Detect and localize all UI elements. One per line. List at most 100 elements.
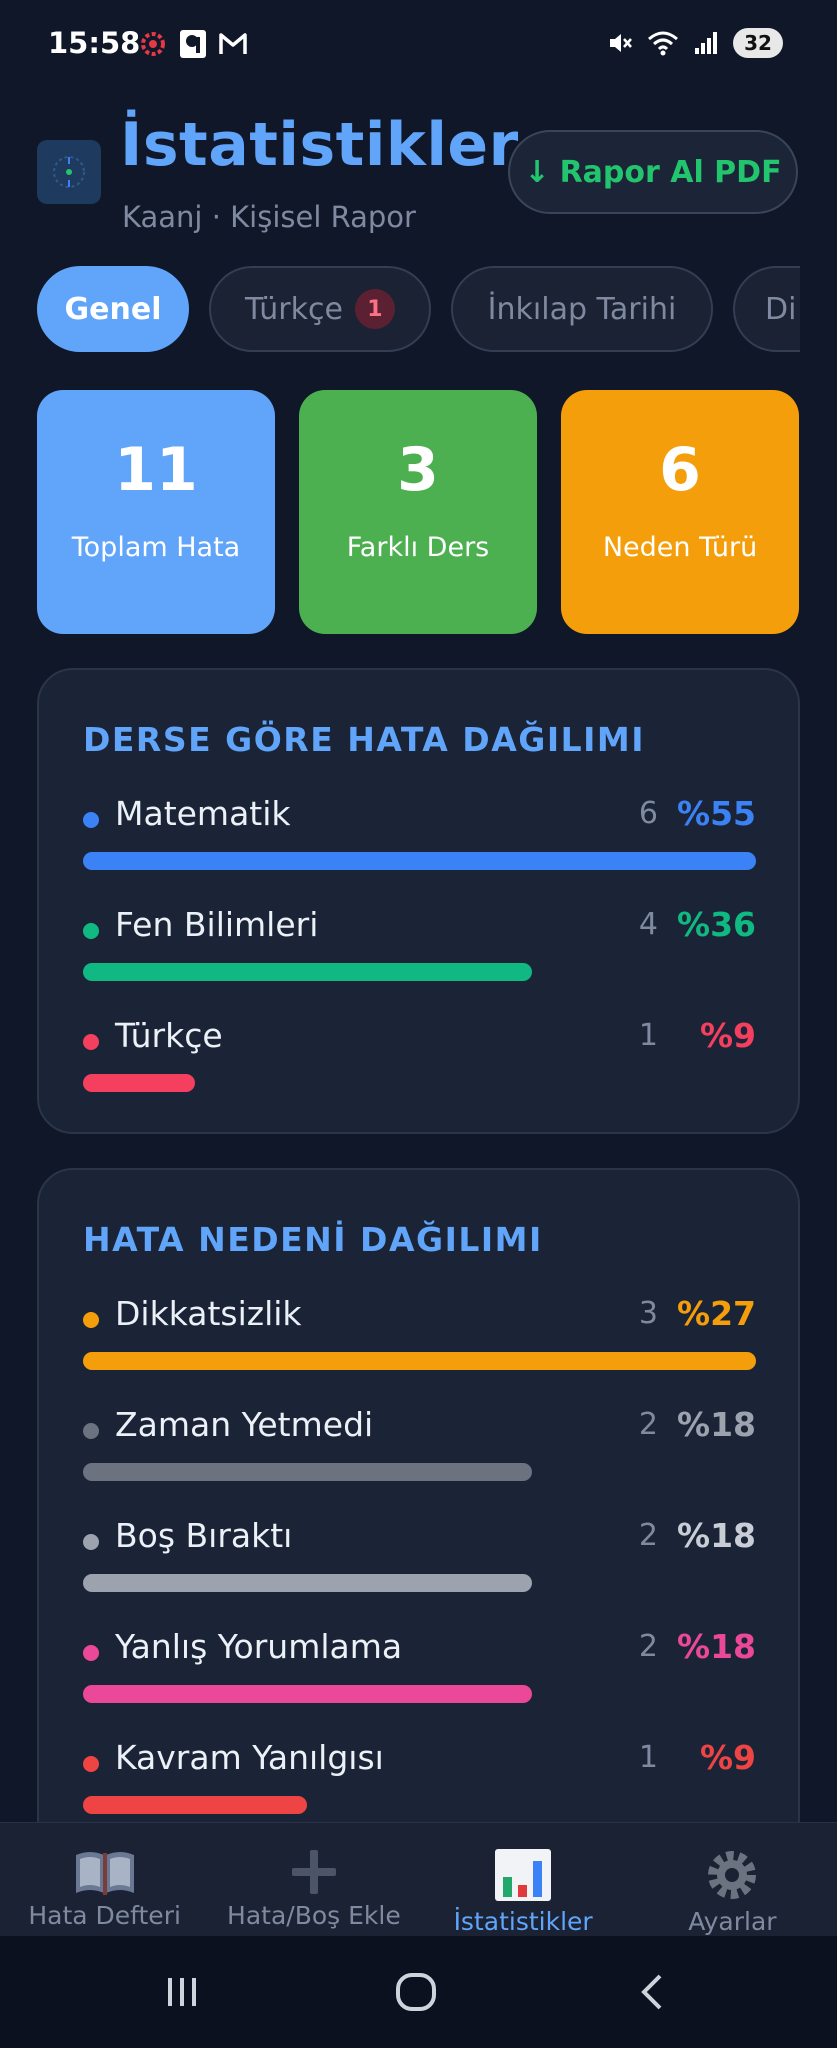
tab-label: Türkçe	[245, 291, 343, 327]
tab-genel[interactable]: Genel	[37, 266, 189, 352]
status-time: 15:58	[48, 26, 141, 60]
row-label: Türkçe	[115, 1016, 223, 1055]
progress-bar	[83, 963, 532, 981]
row-count: 3	[638, 1296, 658, 1331]
row-percent: %9	[699, 1738, 756, 1777]
distribution-row: Türkçe 1 %9	[83, 1016, 756, 1106]
screen: 15:58 32 İstatistikler Kaanj · Kişisel R…	[0, 0, 837, 2048]
mute-icon	[610, 34, 632, 52]
system-navigation-bar	[0, 1936, 837, 2048]
progress-bar	[83, 1352, 756, 1370]
panel-title: DERSE GÖRE HATA DAĞILIMI	[83, 720, 646, 759]
book-icon	[75, 1852, 134, 1895]
distribution-row: Kavram Yanılgısı 1 %9	[83, 1738, 756, 1828]
row-percent: %9	[699, 1016, 756, 1055]
row-count: 1	[638, 1018, 658, 1053]
nav-label: Hata Defteri	[28, 1901, 181, 1930]
series-color-dot	[83, 1756, 99, 1772]
report-pdf-label: Rapor Al PDF	[559, 154, 782, 190]
distribution-row: Dikkatsizlik 3 %27	[83, 1294, 756, 1384]
progress-bar	[83, 1685, 532, 1703]
distribution-row: Boş Bıraktı 2 %18	[83, 1516, 756, 1606]
row-percent: %36	[677, 905, 756, 944]
row-label: Matematik	[115, 794, 291, 833]
row-label: Dikkatsizlik	[115, 1294, 302, 1333]
row-percent: %55	[677, 794, 756, 833]
row-count: 1	[638, 1740, 658, 1775]
tab-turkce[interactable]: Türkçe 1	[209, 266, 431, 352]
signal-icon	[695, 32, 717, 54]
subject-distribution-panel: DERSE GÖRE HATA DAĞILIMI Matematik 6 %55 Fe…	[37, 668, 800, 1134]
tab-label: İnkılap Tarihi	[487, 291, 677, 327]
nav-istatistikler[interactable]: İstatistikler	[419, 1823, 628, 1936]
row-count: 2	[638, 1407, 658, 1442]
progress-bar	[83, 1574, 532, 1592]
stat-card-distinct-subjects: 3 Farklı Ders	[299, 390, 537, 634]
nav-hata-defteri[interactable]: Hata Defteri	[0, 1823, 209, 1936]
progress-bar	[83, 1074, 195, 1092]
stat-card-total-errors: 11 Toplam Hata	[37, 390, 275, 634]
gear-notification-icon	[141, 32, 165, 56]
g-app-icon	[180, 30, 206, 58]
recents-icon[interactable]	[160, 1972, 204, 2012]
nav-label: İstatistikler	[453, 1907, 593, 1936]
row-count: 4	[638, 907, 658, 942]
row-count: 2	[638, 1629, 658, 1664]
stat-label: Neden Türü	[602, 532, 758, 563]
row-percent: %18	[677, 1627, 756, 1666]
subject-tabs: Genel Türkçe 1 İnkılap Tarihi Di	[37, 266, 800, 354]
row-label: Zaman Yetmedi	[115, 1405, 374, 1444]
progress-bar	[83, 1463, 532, 1481]
stat-value: 3	[397, 435, 439, 505]
progress-bar	[83, 852, 756, 870]
tab-inkilap-tarihi[interactable]: İnkılap Tarihi	[451, 266, 713, 352]
gear-icon	[708, 1851, 757, 1899]
nav-label: Ayarlar	[688, 1907, 777, 1936]
row-percent: %18	[677, 1516, 756, 1555]
series-color-dot	[83, 1423, 99, 1439]
tab-count-badge: 1	[354, 289, 395, 329]
report-pdf-button[interactable]: ↓ Rapor Al PDF	[508, 130, 798, 214]
reason-distribution-panel: HATA NEDENİ DAĞILIMI Dikkatsizlik 3 %27 Zam…	[37, 1168, 800, 1888]
tab-label: Genel	[64, 291, 162, 327]
download-arrow-icon: ↓	[524, 154, 550, 190]
row-count: 6	[638, 796, 658, 831]
distribution-row: Fen Bilimleri 4 %36	[83, 905, 756, 995]
wifi-icon	[648, 31, 678, 56]
series-color-dot	[83, 923, 99, 939]
row-label: Yanlış Yorumlama	[115, 1627, 403, 1666]
row-label: Fen Bilimleri	[115, 905, 319, 944]
page-subtitle: Kaanj · Kişisel Rapor	[122, 200, 416, 234]
tab-din[interactable]: Di	[733, 266, 800, 352]
app-logo-icon	[37, 140, 101, 204]
system-icons: 32	[607, 28, 783, 58]
progress-bar	[83, 1796, 307, 1814]
stat-label: Farklı Ders	[346, 532, 490, 563]
battery-indicator: 32	[733, 28, 783, 58]
page-title: İstatistikler	[120, 110, 519, 180]
row-percent: %27	[677, 1294, 756, 1333]
plus-icon	[291, 1850, 336, 1894]
row-label: Kavram Yanılgısı	[115, 1738, 384, 1777]
status-bar: 15:58 32	[0, 0, 837, 92]
row-count: 2	[638, 1518, 658, 1553]
back-icon[interactable]	[630, 1972, 674, 2012]
panel-title: HATA NEDENİ DAĞILIMI	[83, 1220, 543, 1259]
tab-label: Di	[765, 291, 797, 327]
chart-icon	[495, 1849, 552, 1901]
series-color-dot	[83, 1645, 99, 1661]
bottom-navigation: Hata Defteri Hata/Boş Ekle İstatistikler	[0, 1822, 837, 1936]
home-icon[interactable]	[394, 1972, 438, 2012]
distribution-row: Zaman Yetmedi 2 %18	[83, 1405, 756, 1495]
row-label: Boş Bıraktı	[115, 1516, 293, 1555]
stat-label: Toplam Hata	[71, 532, 241, 563]
nav-hata-bos-ekle[interactable]: Hata/Boş Ekle	[209, 1823, 418, 1936]
notification-icons	[138, 28, 248, 60]
row-percent: %18	[677, 1405, 756, 1444]
stat-value: 11	[114, 435, 198, 505]
series-color-dot	[83, 1034, 99, 1050]
nav-ayarlar[interactable]: Ayarlar	[628, 1823, 837, 1936]
series-color-dot	[83, 1534, 99, 1550]
series-color-dot	[83, 812, 99, 828]
series-color-dot	[83, 1312, 99, 1328]
